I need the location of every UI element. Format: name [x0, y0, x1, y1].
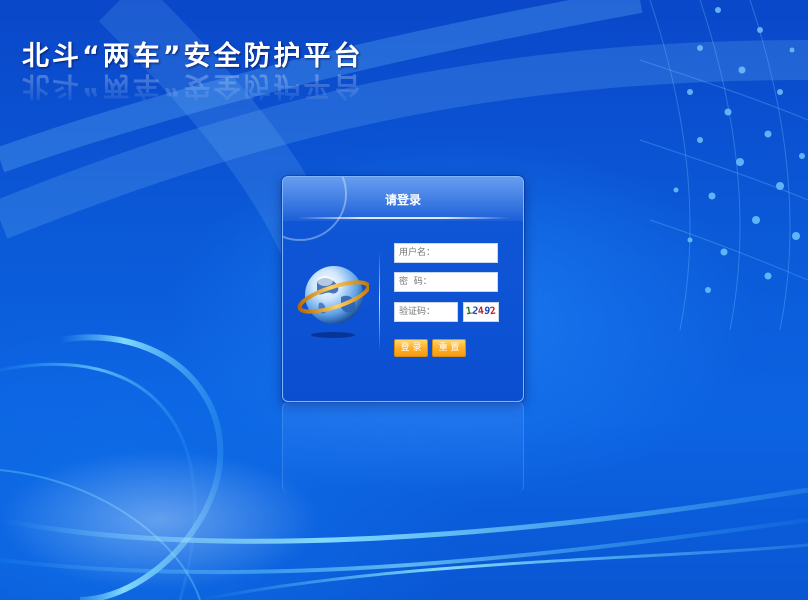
password-input[interactable]: [394, 272, 498, 292]
app-title-reflection: 北斗“两车”安全防护平台: [22, 70, 364, 101]
globe-icon: [297, 266, 369, 338]
login-page: 北斗“两车”安全防护平台 北斗“两车”安全防护平台 请登录 用户名： 验证码： …: [0, 0, 808, 600]
login-panel: 请登录 用户名： 验证码： 12492 登 录 重 置: [282, 176, 524, 402]
app-title-block: 北斗“两车”安全防护平台 北斗“两车”安全防护平台: [22, 34, 364, 108]
panel-divider: [297, 217, 509, 219]
panel-arc-decoration: [283, 177, 347, 241]
login-button[interactable]: 登 录: [394, 339, 428, 357]
captcha-digit: 2: [489, 305, 497, 318]
username-input[interactable]: [394, 243, 498, 263]
login-panel-reflection: [282, 402, 524, 492]
app-title: 北斗“两车”安全防护平台: [22, 41, 364, 72]
login-heading: 请登录: [384, 193, 421, 207]
reset-button[interactable]: 重 置: [432, 339, 466, 357]
panel-separator: [379, 251, 380, 351]
captcha-image[interactable]: 12492: [463, 302, 499, 322]
captcha-input[interactable]: [394, 302, 458, 322]
